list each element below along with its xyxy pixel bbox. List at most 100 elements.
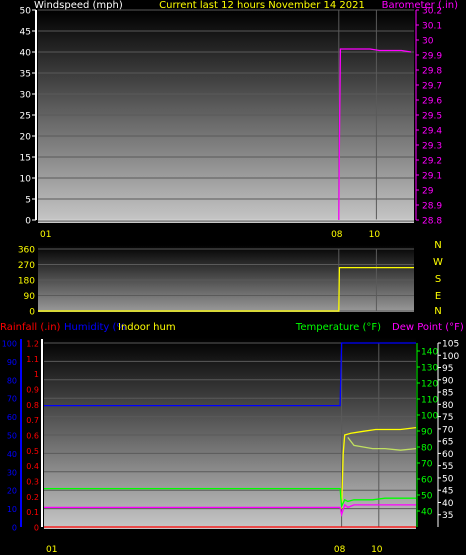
humidity-tick-label: 60 [7, 413, 17, 422]
barometer-tick-label: 30.2 [422, 7, 442, 17]
rainfall-tick-label: 1.2 [26, 340, 39, 349]
barometer-tick-label: 30 [422, 37, 434, 47]
temperature-tick-label: 50 [421, 492, 433, 502]
barometer-axis-title: Barometer (.in) [382, 0, 458, 11]
direction-tick-label: 90 [24, 292, 36, 302]
windspeed-tick-label: 5 [25, 196, 31, 206]
humidity-tick-label: 20 [7, 487, 17, 496]
temperature-tick-label: 40 [421, 508, 433, 518]
x-tick-label: 10 [371, 545, 383, 555]
barometer-tick-label: 29 [422, 187, 434, 197]
compass-label: W [433, 257, 443, 268]
compass-label: E [435, 291, 441, 302]
humidity-tick-label: 30 [7, 468, 17, 477]
dewpoint-tick-label: 75 [442, 413, 453, 423]
dewpoint-tick-label: 70 [442, 425, 454, 435]
dewpoint-tick-label: 65 [442, 438, 453, 448]
humidity-tick-label: 90 [7, 358, 17, 367]
barometer-tick-label: 29.6 [422, 97, 442, 107]
dewpoint-tick-label: 105 [442, 340, 459, 350]
chart-title: Current last 12 hours November 14 2021 [159, 0, 365, 11]
temperature-tick-label: 140 [421, 348, 438, 358]
rainfall-tick-label: 0.8 [26, 401, 39, 410]
windspeed-tick-label: 50 [20, 7, 32, 17]
barometer-tick-label: 29.4 [422, 127, 442, 137]
temperature-tick-label: 80 [421, 444, 433, 454]
barometer-tick-label: 29.1 [422, 172, 442, 182]
rainfall-tick-label: 1.1 [26, 355, 39, 364]
dewpoint-tick-label: 55 [442, 462, 453, 472]
temperature-tick-label: 100 [421, 412, 438, 422]
direction-tick-label: 270 [18, 261, 35, 271]
humidity-tick-label: 50 [7, 432, 17, 441]
windspeed-tick-label: 35 [20, 70, 31, 80]
temperature-tick-label: 120 [421, 380, 438, 390]
windspeed-tick-label: 0 [25, 217, 31, 227]
dewpoint-tick-label: 60 [442, 450, 454, 460]
dewpoint-tick-label: 90 [442, 376, 454, 386]
x-tick-label: 01 [46, 545, 57, 555]
rainfall-tick-label: 0.5 [26, 447, 39, 456]
dewpoint-tick-label: 45 [442, 487, 453, 497]
temperature-tick-label: 70 [421, 460, 433, 470]
windspeed-tick-label: 20 [20, 133, 32, 143]
temperature-tick-label: 60 [421, 476, 433, 486]
temperature-axis-title: Temperature (°F) [295, 322, 381, 333]
humidity-axis-title: Humidity (% [64, 322, 126, 333]
rainfall-tick-label: 0.6 [26, 432, 39, 441]
temperature-tick-label: 130 [421, 364, 438, 374]
humidity-tick-label: 10 [7, 505, 17, 514]
temperature-tick-label: 110 [421, 396, 438, 406]
rainfall-tick-label: 0.7 [26, 416, 39, 425]
rainfall-tick-label: 0.2 [26, 493, 39, 502]
rainfall-tick-label: 0.3 [26, 478, 39, 487]
indoor-hum-axis-title: Indoor hum [118, 322, 176, 333]
barometer-tick-label: 28.9 [422, 202, 442, 212]
rainfall-tick-label: 0 [34, 524, 39, 533]
weather-chart: Windspeed (mph) Current last 12 hours No… [0, 0, 464, 555]
windspeed-tick-label: 30 [20, 91, 32, 101]
dewpoint-tick-label: 95 [442, 364, 453, 374]
rainfall-axis-title: Rainfall (.in) [0, 322, 61, 333]
barometer-tick-label: 29.7 [422, 82, 442, 92]
barometer-tick-label: 29.9 [422, 52, 442, 62]
dewpoint-axis-title: Dew Point (°F) [392, 322, 464, 333]
panel-1-background [38, 10, 414, 223]
dewpoint-tick-label: 85 [442, 389, 453, 399]
humidity-tick-label: 40 [7, 450, 17, 459]
temperature-tick-label: 90 [421, 428, 433, 438]
x-tick-label: 08 [334, 545, 346, 555]
dewpoint-tick-label: 40 [442, 499, 454, 509]
barometer-tick-label: 30.1 [422, 22, 442, 32]
x-tick-label: 01 [40, 230, 51, 240]
x-tick-label: 10 [369, 230, 381, 240]
humidity-tick-label: 0 [12, 524, 17, 533]
panel-2-background [38, 245, 414, 312]
rainfall-tick-label: 0.4 [26, 462, 39, 471]
humidity-tick-label: 100 [2, 340, 17, 349]
windspeed-axis-title: Windspeed (mph) [34, 0, 123, 11]
barometer-tick-label: 28.8 [422, 217, 442, 227]
windspeed-tick-label: 10 [20, 175, 32, 185]
windspeed-tick-label: 40 [20, 49, 32, 59]
barometer-tick-label: 29.3 [422, 142, 442, 152]
compass-label: N [434, 306, 441, 317]
rainfall-tick-label: 1 [34, 370, 39, 379]
barometer-tick-label: 29.2 [422, 157, 442, 167]
compass-label: N [434, 240, 441, 251]
barometer-tick-label: 29.8 [422, 67, 442, 77]
dewpoint-tick-label: 100 [442, 352, 459, 362]
humidity-tick-label: 80 [7, 376, 17, 385]
barometer-tick-label: 29.5 [422, 112, 442, 122]
windspeed-tick-label: 45 [20, 28, 31, 38]
windspeed-tick-label: 25 [20, 112, 31, 122]
rainfall-tick-label: 0.1 [26, 508, 39, 517]
direction-tick-label: 180 [18, 277, 35, 287]
compass-label: S [435, 274, 441, 285]
rainfall-tick-label: 0.9 [26, 386, 39, 395]
dewpoint-tick-label: 35 [442, 511, 453, 521]
direction-tick-label: 0 [29, 308, 35, 318]
dewpoint-tick-label: 80 [442, 401, 454, 411]
humidity-tick-label: 70 [7, 395, 17, 404]
x-tick-label: 08 [331, 230, 343, 240]
